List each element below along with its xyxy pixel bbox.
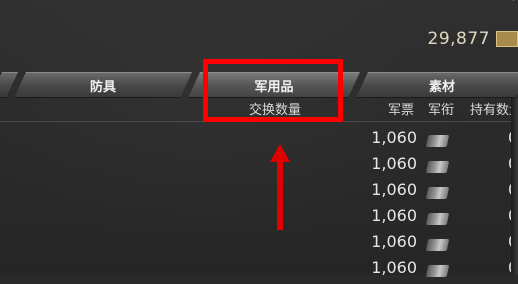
scrollbar-track[interactable] — [511, 98, 518, 275]
cost-value: 1,060 — [371, 180, 417, 199]
cost-value: 1,060 — [371, 154, 417, 173]
seals-column-header: 军票 — [388, 103, 415, 118]
rank-column-header: 军衔 — [428, 103, 455, 118]
tab-materials[interactable]: 素材 — [356, 72, 518, 98]
cost-value: 1,060 — [371, 232, 417, 251]
rank-icon — [424, 238, 451, 252]
tab-label: 素材 — [428, 79, 455, 95]
table-row[interactable]: 1,060 0 — [0, 180, 518, 206]
table-row[interactable]: 1,060 0 — [0, 206, 518, 232]
tab-label: 防具 — [89, 79, 116, 95]
currency-display: 29,877 — [428, 26, 518, 52]
highlight-box — [203, 59, 343, 122]
cost-value: 1,060 — [371, 258, 417, 277]
currency-amount: 29,877 — [427, 29, 490, 49]
table-row[interactable]: 1,060 0 — [0, 128, 518, 154]
rank-icon — [424, 212, 451, 226]
seal-icon — [496, 31, 518, 47]
cost-value: 1,060 — [371, 128, 417, 147]
table-row[interactable]: 1,060 0 — [0, 232, 518, 258]
rank-icon — [424, 186, 451, 200]
tab-armor[interactable]: 防具 — [14, 72, 192, 98]
rank-icon — [424, 264, 451, 278]
rank-icon — [424, 134, 451, 148]
tab-previous[interactable] — [0, 72, 18, 98]
table-row[interactable]: 1,060 0 — [0, 258, 518, 284]
cost-value: 1,060 — [371, 206, 417, 225]
rank-icon — [424, 160, 451, 174]
arrow-shaft — [277, 158, 283, 230]
scroll-caret-icon[interactable]: ˅ — [511, 0, 516, 9]
table-row[interactable]: 1,060 0 — [0, 154, 518, 180]
